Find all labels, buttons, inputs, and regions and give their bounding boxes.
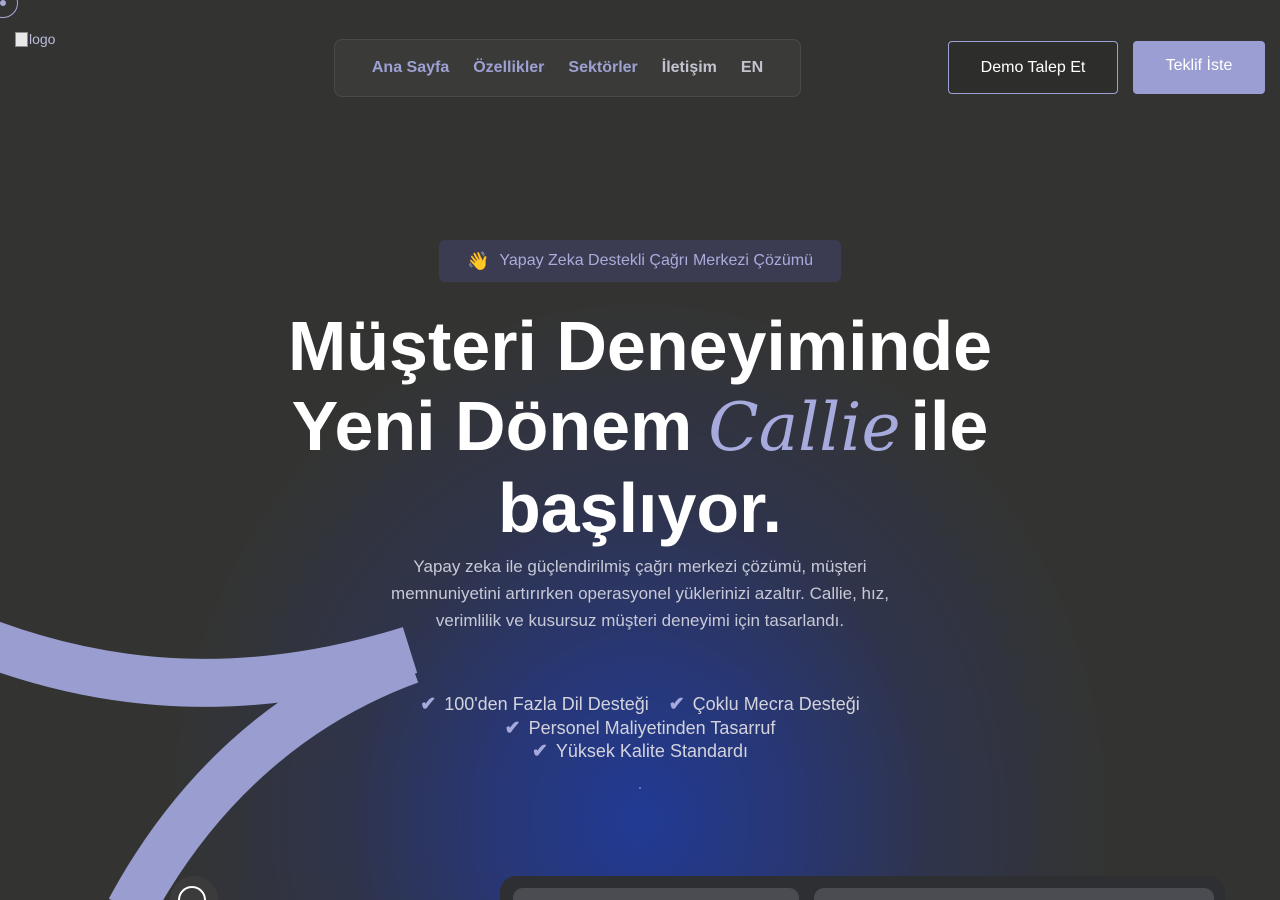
check-icon: ✔ [504, 717, 521, 739]
broken-image-icon [15, 31, 28, 47]
check-icon: ✔ [531, 741, 548, 762]
nav-item-home[interactable]: Ana Sayfa [372, 59, 449, 77]
check-icon: ✔ [420, 694, 437, 715]
chat-icon [178, 886, 206, 900]
nav-item-contact[interactable]: İletişim [662, 59, 717, 77]
nav-item-features[interactable]: Özellikler [473, 59, 544, 77]
demo-request-button[interactable]: Demo Talep Et [948, 41, 1118, 94]
hero-title-line-1: Müşteri Deneyiminde [287, 307, 993, 385]
hero-title-accent: Callie [708, 389, 901, 466]
feature-list: ✔ 100'den Fazla Dil Desteği ✔ Çoklu Mecr… [340, 693, 940, 764]
waving-hand-icon: 👋 [466, 250, 490, 271]
dashboard-preview-card [814, 888, 1214, 900]
check-icon: ✔ [668, 694, 685, 715]
hero-badge-text: Yapay Zeka Destekli Çağrı Merkezi Çözümü [499, 252, 813, 269]
nav-item-sectors[interactable]: Sektörler [568, 59, 637, 77]
hero-title-line-3: başlıyor. [497, 469, 783, 547]
dashboard-preview-card [513, 888, 799, 900]
feature-item: ✔ 100'den Fazla Dil Desteği [420, 693, 648, 717]
dashboard-preview [500, 876, 1225, 900]
language-switch[interactable]: EN [741, 59, 763, 77]
feature-label: Personel Maliyetinden Tasarruf [528, 717, 776, 738]
logo-alt-text: logo [29, 31, 56, 47]
feature-label: Yüksek Kalite Standardı [555, 741, 749, 761]
main-nav: Ana Sayfa Özellikler Sektörler İletişim … [334, 39, 801, 97]
feature-item: ✔ Yüksek Kalite Standardı [532, 740, 748, 764]
feature-item: ✔ Personel Maliyetinden Tasarruf [505, 717, 776, 741]
decorative-dot [639, 787, 641, 789]
cursor-dot [0, 0, 6, 6]
hero-subtitle: Yapay zeka ile güçlendirilmiş çağrı merk… [391, 557, 889, 630]
feature-label: Çoklu Mecra Desteği [692, 694, 860, 714]
landing-page: logo Ana Sayfa Özellikler Sektörler İlet… [0, 0, 1280, 900]
hero-badge: 👋 Yapay Zeka Destekli Çağrı Merkezi Çözü… [439, 240, 841, 282]
quote-request-button[interactable]: Teklif İste [1133, 41, 1265, 94]
feature-item: ✔ Çoklu Mecra Desteği [669, 693, 860, 717]
feature-label: 100'den Fazla Dil Desteği [444, 694, 649, 714]
hero-title-line-2-start: Yeni Dönem [291, 387, 693, 465]
hero-title: Müşteri Deneyiminde Yeni Dönem Callie ile … [240, 306, 1040, 548]
hero-title-line-2-end: ile [910, 387, 989, 465]
logo[interactable]: logo [15, 31, 55, 47]
